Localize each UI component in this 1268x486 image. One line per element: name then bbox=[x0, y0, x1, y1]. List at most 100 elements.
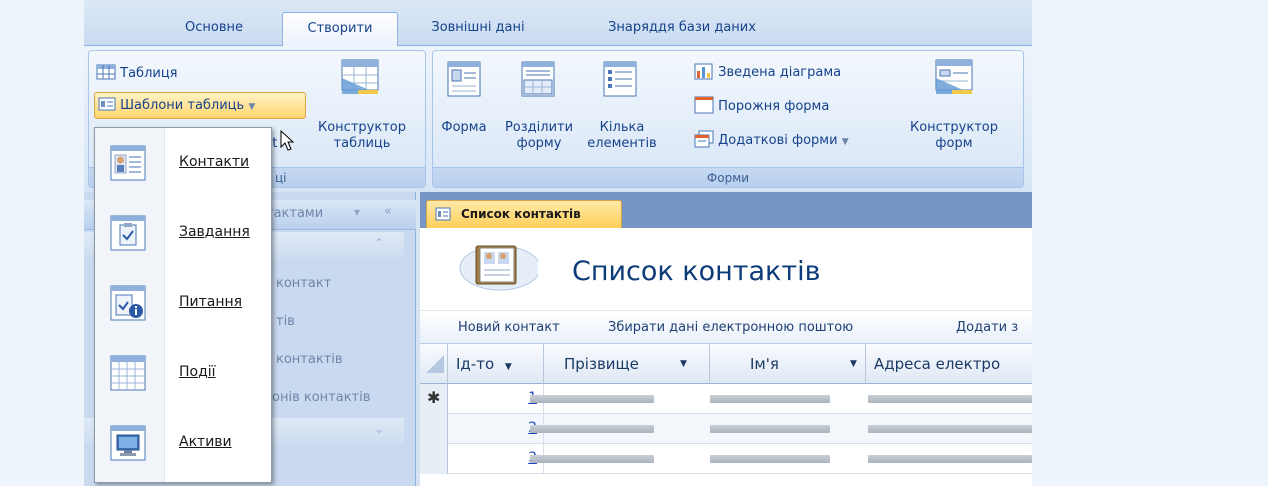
form-tab-icon bbox=[435, 207, 451, 221]
tab-database-tools[interactable]: Знаряддя бази даних bbox=[582, 12, 782, 46]
collapse-group-icon[interactable]: ⌃ bbox=[374, 236, 384, 250]
redacted-value bbox=[710, 455, 830, 463]
form-designer-icon bbox=[935, 59, 973, 94]
pivot-chart-icon bbox=[694, 63, 713, 80]
document-tab[interactable]: Список контактів bbox=[426, 200, 622, 228]
column-header-label: Прізвище bbox=[564, 355, 639, 373]
blank-form-button[interactable]: Порожня форма bbox=[694, 96, 829, 114]
redacted-value bbox=[710, 395, 830, 403]
screenshot: Основне Створити Зовнішні дані Знаряддя … bbox=[0, 0, 1268, 486]
table-button[interactable]: Таблиця bbox=[96, 64, 178, 81]
table-designer-button[interactable]: Конструктор таблиць bbox=[312, 120, 412, 152]
select-all-cell[interactable] bbox=[420, 344, 448, 384]
blank-form-label: Порожня форма bbox=[718, 99, 830, 114]
table-label: Таблиця bbox=[120, 66, 178, 81]
menu-item-events[interactable]: Події bbox=[95, 340, 271, 408]
column-header-label: Адреса електро bbox=[874, 355, 1001, 373]
contacts-template-icon bbox=[110, 145, 146, 181]
contacts-book-icon bbox=[459, 245, 538, 291]
document-area: Список контактів Список контактів Новий … bbox=[420, 192, 1032, 486]
menu-item-label: Контакти bbox=[179, 154, 250, 170]
table-templates-label: Шаблони таблиць bbox=[120, 98, 245, 113]
menu-item-label: Активи bbox=[179, 434, 232, 450]
dropdown-icon[interactable]: ▾ bbox=[354, 205, 360, 219]
column-header-email[interactable]: Адреса електро bbox=[866, 344, 1032, 384]
column-header-first-name[interactable]: Ім'я ▼ bbox=[710, 344, 866, 384]
tab-external-data[interactable]: Зовнішні дані bbox=[414, 12, 542, 46]
assets-template-icon bbox=[110, 425, 146, 461]
row-selector[interactable]: ✱ bbox=[420, 384, 448, 414]
menu-item-contacts[interactable]: Контакти bbox=[95, 130, 271, 198]
access-window: Основне Створити Зовнішні дані Знаряддя … bbox=[84, 0, 1032, 486]
menu-item-assets[interactable]: Активи bbox=[95, 410, 271, 478]
form-designer-button[interactable]: Конструктор форм bbox=[894, 120, 1014, 152]
tasks-template-icon bbox=[110, 215, 146, 251]
form-designer-label-2: форм bbox=[935, 136, 973, 151]
more-forms-label: Додаткові форми bbox=[718, 133, 838, 148]
multiple-items-label-1: Кілька bbox=[599, 120, 645, 135]
collect-email-link[interactable]: Збирати дані електронною поштою bbox=[608, 320, 853, 335]
multiple-items-icon bbox=[603, 61, 637, 97]
sort-dropdown-icon[interactable]: ▼ bbox=[505, 362, 512, 372]
row-selector[interactable] bbox=[420, 444, 448, 474]
ribbon-tabbar: Основне Створити Зовнішні дані Знаряддя … bbox=[84, 0, 1032, 47]
blank-form-icon bbox=[694, 96, 714, 114]
menu-item-tasks[interactable]: Завдання bbox=[95, 200, 271, 268]
add-from-link[interactable]: Додати з bbox=[956, 320, 1018, 335]
table-designer-label-1: Конструктор bbox=[318, 120, 406, 135]
expand-group-icon[interactable]: ⌄ bbox=[374, 422, 384, 436]
forms-group-title: Форми bbox=[433, 167, 1023, 187]
sort-dropdown-icon[interactable]: ▼ bbox=[680, 344, 687, 384]
tab-home[interactable]: Основне bbox=[162, 12, 266, 46]
tab-create[interactable]: Створити bbox=[282, 12, 398, 47]
issues-template-icon bbox=[110, 285, 146, 321]
row-selector[interactable] bbox=[420, 414, 448, 444]
redacted-value bbox=[710, 425, 830, 433]
more-forms-button[interactable]: Додаткові форми ▼ bbox=[694, 130, 849, 148]
document-tab-label: Список контактів bbox=[461, 207, 581, 221]
table-icon bbox=[96, 64, 116, 80]
form-button[interactable]: Форма bbox=[436, 120, 492, 136]
table-designer-label-2: таблиць bbox=[333, 136, 391, 151]
multiple-items-button[interactable]: Кілька елементів bbox=[582, 120, 662, 152]
column-header-label: Ім'я bbox=[750, 355, 779, 373]
column-header-id[interactable]: Ід-то ▼ bbox=[448, 344, 544, 384]
action-bar: Новий контакт Збирати дані електронною п… bbox=[420, 310, 1032, 344]
table-row[interactable]: 2 bbox=[420, 414, 1032, 444]
table-row[interactable]: 3 bbox=[420, 444, 1032, 474]
table-templates-menu: Контакти Завдання Питання Події Активи bbox=[94, 127, 272, 483]
select-all-icon bbox=[426, 355, 444, 373]
split-form-label-1: Розділити bbox=[504, 120, 574, 135]
redacted-value bbox=[530, 455, 654, 463]
column-header-label: Ід-то bbox=[456, 355, 495, 373]
pivot-chart-button[interactable]: Зведена діаграма bbox=[694, 62, 841, 80]
chevron-down-icon: ▼ bbox=[841, 137, 849, 147]
menu-item-issues[interactable]: Питання bbox=[95, 270, 271, 338]
form-label: Форма bbox=[441, 120, 487, 135]
table-designer-icon bbox=[341, 59, 379, 94]
redacted-value bbox=[530, 425, 654, 433]
new-contact-link[interactable]: Новий контакт bbox=[458, 320, 560, 335]
form-icon bbox=[447, 61, 481, 97]
redacted-value bbox=[868, 425, 1032, 433]
form-designer-label-1: Конструктор bbox=[910, 120, 998, 135]
sort-dropdown-icon[interactable]: ▼ bbox=[850, 344, 857, 384]
table-templates-icon bbox=[98, 97, 116, 111]
more-forms-icon bbox=[694, 130, 714, 148]
nav-pane-title: тактами bbox=[266, 206, 324, 221]
multiple-items-label-2: елементів bbox=[587, 136, 657, 151]
redacted-value bbox=[530, 395, 654, 403]
table-templates-content: Шаблони таблиць ▼ bbox=[98, 97, 255, 113]
page-margin-left bbox=[0, 0, 84, 486]
chevron-down-icon: ▼ bbox=[248, 102, 256, 112]
redacted-value bbox=[868, 455, 1032, 463]
split-form-button[interactable]: Розділити форму bbox=[500, 120, 578, 152]
split-form-label-2: форму bbox=[516, 136, 562, 151]
collapse-pane-icon[interactable]: « bbox=[384, 204, 392, 219]
menu-item-label: Питання bbox=[179, 294, 243, 310]
menu-item-label: Завдання bbox=[179, 224, 250, 240]
datasheet-header: Ід-то ▼ Прізвище ▼ Ім'я ▼ Адреса електро bbox=[420, 344, 1032, 384]
column-header-last-name[interactable]: Прізвище ▼ bbox=[544, 344, 710, 384]
table-row[interactable]: ✱ 1 bbox=[420, 384, 1032, 414]
redacted-value bbox=[868, 395, 1032, 403]
